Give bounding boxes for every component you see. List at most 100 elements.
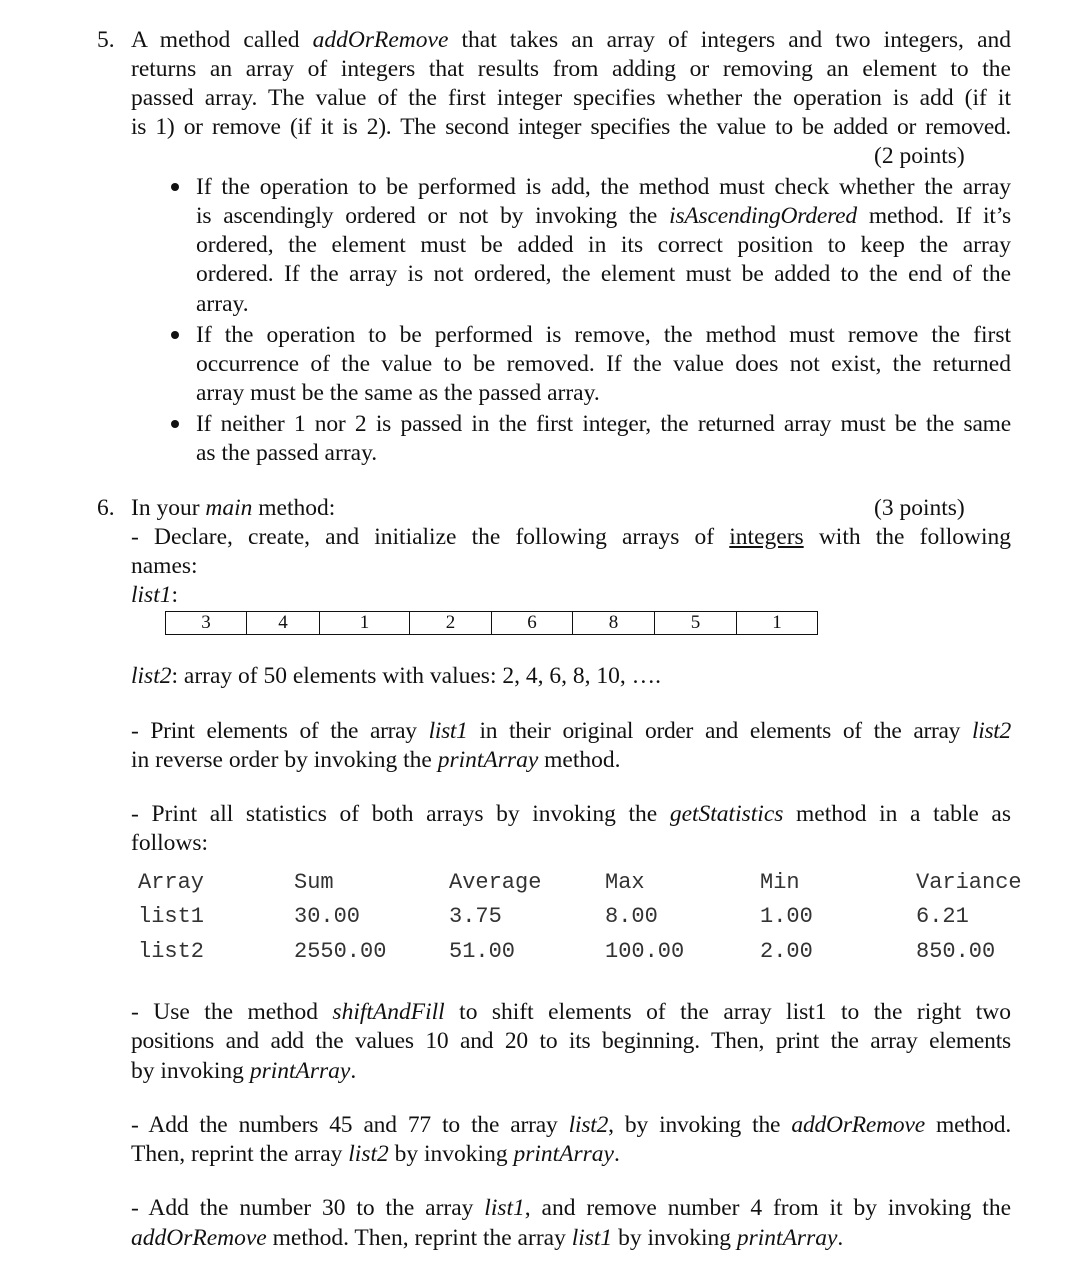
method-name-addOrRemove: addOrRemove [131, 1225, 267, 1251]
method-name-main: main [205, 495, 253, 521]
declare-line-2: names: [131, 553, 198, 579]
list1-name: list1 [428, 718, 468, 744]
array-cell: 6 [491, 611, 573, 635]
add45-line-1: - Add the numbers 45 and 77 to the array… [131, 1111, 1011, 1140]
bullet-1-line-5: array. [196, 291, 249, 317]
question-5-line-1: A method called addOrRemove that takes a… [131, 26, 1011, 55]
text: method. [538, 747, 621, 773]
method-name-printArray: printArray [513, 1141, 614, 1167]
array-cell: 1 [319, 611, 410, 635]
list2-description: list2: array of 50 elements with values:… [131, 662, 661, 691]
text: In your [131, 495, 206, 521]
question-5-points: (2 points) [874, 143, 965, 169]
method-name-addOrRemove: addOrRemove [312, 27, 449, 53]
text: Then, reprint the array [131, 1141, 349, 1167]
bullet-icon [171, 420, 179, 428]
text: . [613, 1141, 620, 1167]
bullet-2-line-1: If the operation to be performed is remo… [196, 322, 1011, 348]
add30-line-2: addOrRemove method. Then, reprint the ar… [131, 1224, 843, 1253]
shift-line-2: positions and add the values 10 and 20 t… [131, 1028, 1011, 1054]
text: - Use the method [131, 999, 333, 1025]
header-cell: Array [138, 870, 205, 895]
text: - Print elements of the array [131, 718, 429, 744]
array-cell: 2 [409, 611, 492, 635]
array-cell: 5 [654, 611, 737, 635]
method-name-printArray: printArray [437, 747, 539, 773]
table-cell: 51.00 [449, 939, 516, 964]
method-name-getStatistics: getStatistics [669, 801, 784, 827]
bullet-1-line-3: ordered, the element must be added in it… [196, 232, 1011, 258]
list2-name: list2 [131, 663, 172, 689]
text: - Add the number 30 to the array [131, 1195, 485, 1221]
text: to shift elements of the array list1 to … [444, 999, 1012, 1025]
text: : [171, 582, 179, 608]
array-cell: 8 [572, 611, 655, 635]
method-name-isAscendingOrdered: isAscendingOrdered [669, 203, 857, 229]
list2-name: list2 [348, 1141, 389, 1167]
list2-name: list2 [972, 718, 1011, 744]
list1-array-row: 3 4 1 2 6 8 5 1 [165, 611, 818, 635]
question-6-number: 6. [97, 495, 115, 521]
table-cell: 6.21 [916, 904, 969, 929]
list1-name: list1 [131, 582, 172, 608]
question-6-points: (3 points) [874, 495, 965, 521]
table-cell: 2.00 [760, 939, 813, 964]
list1-label: list1: [131, 581, 178, 610]
bullet-icon [171, 331, 179, 339]
text: in their original order and elements of … [467, 718, 972, 744]
question-5-line-2: returns an array of integers that result… [131, 56, 1011, 82]
table-cell: 3.75 [449, 904, 502, 929]
header-cell: Sum [294, 870, 334, 895]
header-cell: Average [449, 870, 542, 895]
question-6-intro: In your main method: [131, 494, 335, 523]
add30-line-1: - Add the number 30 to the array list1, … [131, 1194, 1011, 1223]
table-cell: 2550.00 [294, 939, 387, 964]
stats-line-2: follows: [131, 830, 209, 856]
table-cell: 8.00 [605, 904, 658, 929]
method-name-printArray: printArray [736, 1225, 838, 1251]
table-cell: 30.00 [294, 904, 361, 929]
header-cell: Variance [916, 870, 1022, 895]
text: . [350, 1058, 357, 1084]
table-cell: 1.00 [760, 904, 813, 929]
method-name-addOrRemove: addOrRemove [791, 1112, 925, 1138]
text: method. [924, 1112, 1012, 1138]
method-name-shiftAndFill: shiftAndFill [332, 999, 445, 1025]
array-cell: 1 [736, 611, 818, 635]
shift-line-1: - Use the method shiftAndFill to shift e… [131, 998, 1011, 1027]
text: by invoking [131, 1058, 250, 1084]
bullet-2-line-3: array must be the same as the passed arr… [196, 380, 600, 406]
table-cell: 850.00 [916, 939, 996, 964]
question-5-line-4: is 1) or remove (if it is 2). The second… [131, 114, 1011, 140]
bullet-1-line-2: is ascendingly ordered or not by invokin… [196, 202, 1011, 231]
add45-line-2: Then, reprint the array list2 by invokin… [131, 1140, 620, 1169]
table-cell: list2 [138, 939, 205, 964]
shift-line-3: by invoking printArray. [131, 1057, 356, 1086]
text: is ascendingly ordered or not by invokin… [196, 203, 670, 229]
declare-line-1: - Declare, create, and initialize the fo… [131, 523, 1011, 552]
text: - Print all statistics of both arrays by… [131, 801, 670, 827]
text: that takes an array of integers and two … [448, 27, 1011, 53]
text: , and remove number 4 from it by invokin… [524, 1195, 1012, 1221]
print-line-1: - Print elements of the array list1 in t… [131, 717, 1011, 746]
text: with the following [803, 524, 1011, 550]
bullet-icon [171, 183, 179, 191]
text: method. If it’s [856, 203, 1011, 229]
text: . [837, 1225, 844, 1251]
text: method: [252, 495, 336, 521]
list2-name: list2 [568, 1112, 609, 1138]
text: : array of 50 elements with values: 2, 4… [171, 663, 661, 689]
text: by invoking [612, 1225, 737, 1251]
table-cell: list1 [138, 904, 205, 929]
text: - Add the numbers 45 and 77 to the array [131, 1112, 569, 1138]
text: method. Then, reprint the array [266, 1225, 572, 1251]
table-cell: 100.00 [605, 939, 685, 964]
array-cell: 4 [246, 611, 320, 635]
list1-name: list1 [484, 1195, 525, 1221]
bullet-3-line-1: If neither 1 nor 2 is passed in the firs… [196, 411, 1011, 437]
text: by invoking [388, 1141, 514, 1167]
list1-name: list1 [571, 1225, 613, 1251]
print-line-2: in reverse order by invoking the printAr… [131, 746, 621, 775]
underlined-word: integers [729, 524, 804, 550]
text: method in a table as [783, 801, 1011, 827]
